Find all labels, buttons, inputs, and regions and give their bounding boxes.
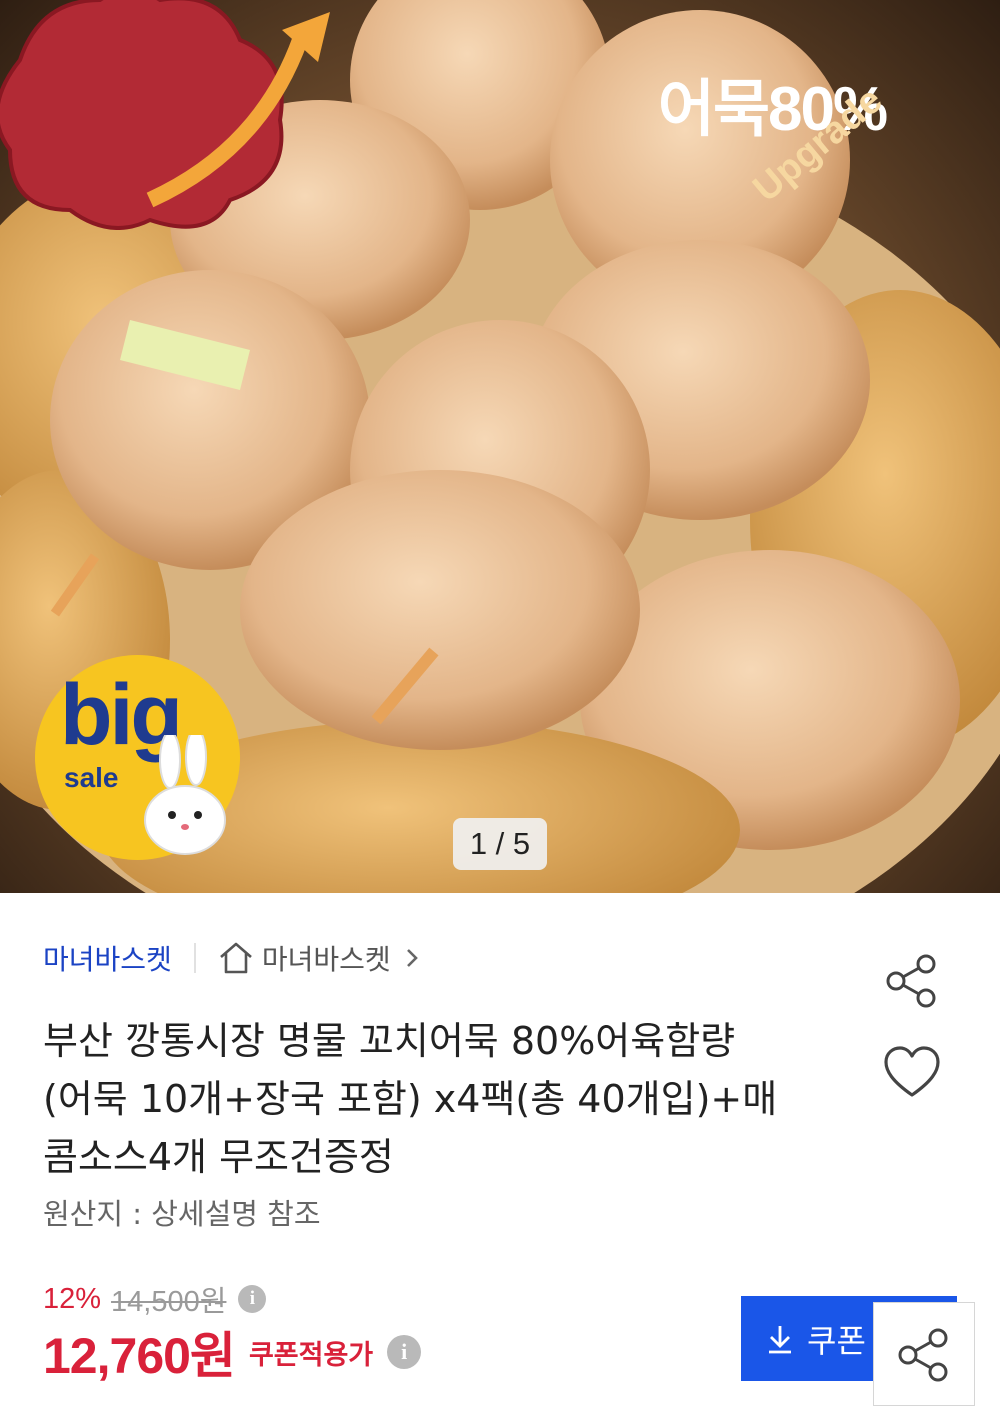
home-icon bbox=[219, 942, 252, 974]
product-title-line: 콤소스4개 무조건증정 bbox=[43, 1135, 394, 1179]
final-price-label: 쿠폰적용가 bbox=[248, 1339, 374, 1371]
store-home-link[interactable]: 마녀바스켓 bbox=[218, 938, 419, 978]
big-sale-sub-text: sale bbox=[64, 762, 119, 793]
share-icon bbox=[898, 1328, 948, 1382]
original-price: 14,500원 bbox=[111, 1286, 227, 1318]
download-icon bbox=[769, 1325, 791, 1353]
divider bbox=[193, 943, 196, 973]
store-link-label: 마녀바스켓 bbox=[261, 943, 391, 976]
share-icon[interactable] bbox=[882, 950, 942, 1010]
chevron-right-icon bbox=[406, 949, 418, 967]
discount-row: 12% 14,500원 i bbox=[43, 1279, 267, 1319]
discount-rate: 12% bbox=[43, 1282, 102, 1315]
info-icon[interactable]: i bbox=[387, 1335, 422, 1369]
product-title: 부산 깡통시장 명물 꼬치어묵 80%어육함량 (어묵 10개+장국 포함) x… bbox=[43, 1012, 843, 1186]
origin-info: 원산지 : 상세설명 참조 bbox=[43, 1197, 321, 1231]
product-image-carousel[interactable]: 어묵80% Upgrade big sale 1 / 5 bbox=[0, 0, 1000, 893]
floating-share-button[interactable] bbox=[873, 1302, 975, 1406]
seller-name-link[interactable]: 마녀바스켓 bbox=[43, 938, 172, 978]
product-title-line: 부산 깡통시장 명물 꼬치어묵 80%어육함량 bbox=[43, 1019, 736, 1063]
product-title-line: (어묵 10개+장국 포함) x4팩(총 40개입)+매 bbox=[43, 1077, 778, 1121]
info-icon[interactable]: i bbox=[238, 1285, 267, 1313]
heart-wishlist-icon[interactable] bbox=[882, 1043, 942, 1103]
final-price: 12,760원 bbox=[43, 1328, 236, 1384]
image-counter: 1 / 5 bbox=[453, 818, 547, 870]
upgrade-badge bbox=[0, 0, 330, 230]
rabbit-mascot-icon bbox=[144, 735, 226, 855]
coupon-button-label: 쿠폰 bbox=[807, 1321, 866, 1360]
seller-row: 마녀바스켓 마녀바스켓 bbox=[43, 936, 419, 980]
price-row: 12,760원 쿠폰적용가 i bbox=[43, 1322, 422, 1384]
